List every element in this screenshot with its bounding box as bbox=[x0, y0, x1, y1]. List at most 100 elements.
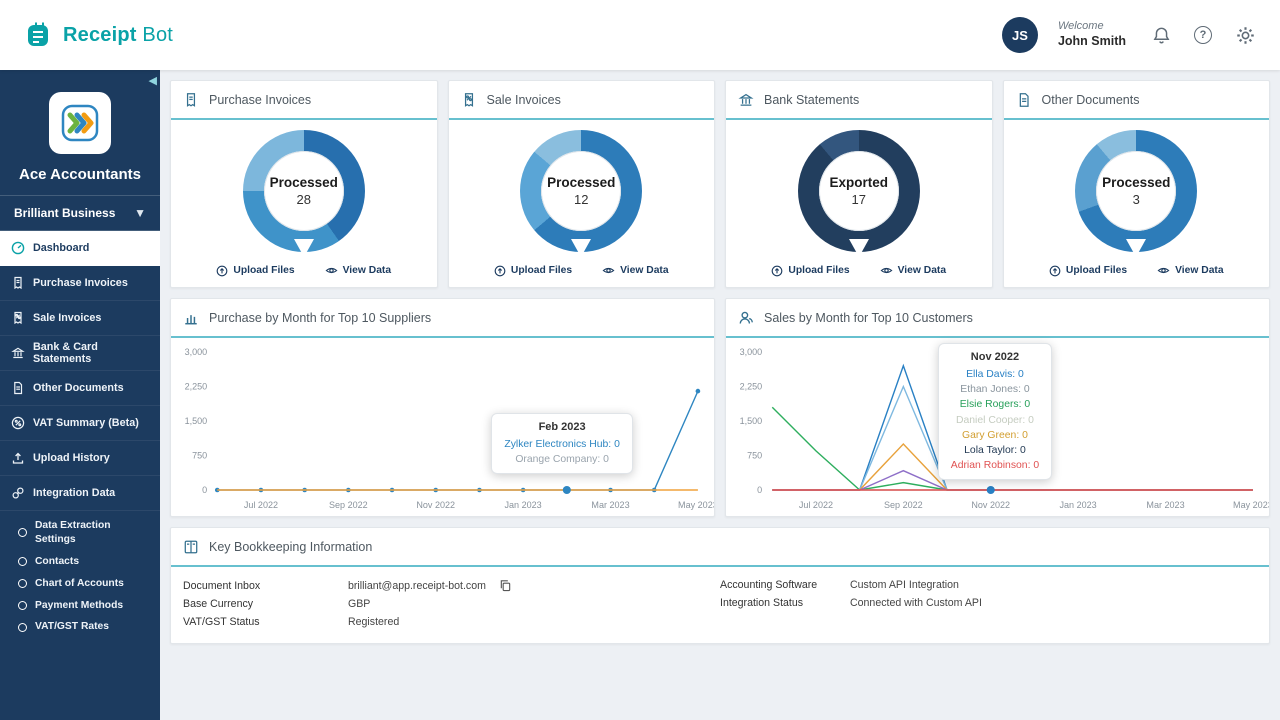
upload-files-link[interactable]: Upload Files bbox=[771, 264, 850, 277]
card-header: Sales by Month for Top 10 Customers bbox=[726, 299, 1269, 338]
sub-item-data-extraction-settings[interactable]: Data Extraction Settings bbox=[0, 515, 160, 551]
card-title: Bank Statements bbox=[764, 92, 860, 107]
brand-primary: Receipt bbox=[63, 23, 137, 46]
kb-value: Connected with Custom API bbox=[850, 597, 982, 609]
donut-notch bbox=[571, 239, 592, 257]
svg-text:Jul 2022: Jul 2022 bbox=[799, 500, 833, 510]
donut-chart: Processed 12 bbox=[449, 120, 715, 257]
upload-files-link[interactable]: Upload Files bbox=[216, 264, 295, 277]
upload-files-link[interactable]: Upload Files bbox=[1049, 264, 1127, 277]
card-footer-links: Upload Files View Data bbox=[171, 256, 437, 287]
card-bank-statements: Bank Statements Exported 17 Upload Files… bbox=[725, 80, 993, 288]
upload-files-label: Upload Files bbox=[1065, 265, 1128, 276]
topbar-right: JS Welcome John Smith ? bbox=[1001, 17, 1256, 53]
view-data-link[interactable]: View Data bbox=[880, 264, 946, 277]
sidebar-item-bank-statements[interactable]: Bank & Card Statements bbox=[0, 336, 160, 371]
radio-bullet-icon bbox=[18, 557, 27, 567]
ledger-book-icon bbox=[183, 538, 200, 555]
sidebar-item-label: Bank & Card Statements bbox=[33, 341, 98, 365]
sub-item-label: Chart of Accounts bbox=[35, 577, 124, 589]
topbar: Receipt Bot JS Welcome John Smith ? bbox=[0, 0, 1280, 70]
kb-row-integration-status: Integration Status Connected with Custom… bbox=[720, 594, 1257, 612]
bookkeeping-card: Key Bookkeeping Information Document Inb… bbox=[170, 527, 1270, 644]
business-selector[interactable]: Brilliant Business ▼ bbox=[0, 196, 160, 231]
kb-row-vat-gst-status: VAT/GST Status Registered bbox=[183, 613, 720, 631]
chart-tooltip: Nov 2022 Ella Davis: 0 Ethan Jones: 0 Elsie… bbox=[937, 343, 1053, 480]
notifications-bell-icon[interactable] bbox=[1150, 24, 1172, 46]
bookkeeping-body: Document Inbox brilliant@app.receipt-bot… bbox=[171, 567, 1269, 643]
sidebar-item-dashboard[interactable]: Dashboard bbox=[0, 231, 160, 266]
view-data-link[interactable]: View Data bbox=[1157, 264, 1224, 277]
integration-submenu: Data Extraction Settings Contacts Chart … bbox=[0, 511, 160, 644]
welcome-block: Welcome John Smith bbox=[1058, 20, 1126, 49]
svg-text:2,250: 2,250 bbox=[185, 382, 208, 392]
donut-center: Processed 28 bbox=[263, 151, 344, 231]
chevron-down-icon: ▼ bbox=[134, 206, 146, 220]
card-header: Purchase by Month for Top 10 Suppliers bbox=[171, 299, 714, 338]
purchase-invoice-icon bbox=[10, 276, 25, 291]
svg-text:1,500: 1,500 bbox=[740, 416, 763, 426]
kb-value: Registered bbox=[348, 616, 400, 628]
brand-name: Receipt Bot bbox=[63, 24, 173, 47]
donut-ring: Processed 3 bbox=[1075, 130, 1198, 257]
sidebar-item-integration-data[interactable]: Integration Data bbox=[0, 476, 160, 511]
radio-bullet-icon bbox=[18, 622, 27, 632]
kb-row-document-inbox: Document Inbox brilliant@app.receipt-bot… bbox=[183, 576, 720, 595]
sales-by-month-card: Sales by Month for Top 10 Customers 0 750… bbox=[725, 298, 1270, 517]
customers-icon bbox=[738, 309, 755, 326]
chart-title: Purchase by Month for Top 10 Suppliers bbox=[209, 310, 432, 325]
sub-item-payment-methods[interactable]: Payment Methods bbox=[0, 595, 160, 617]
donut-count: 28 bbox=[296, 192, 311, 207]
view-data-link[interactable]: View Data bbox=[325, 264, 391, 277]
radio-bullet-icon bbox=[18, 528, 27, 538]
bank-icon bbox=[10, 346, 25, 361]
chart-body: 0 750 1,500 2,250 3,000 Jul 2022 Sep 2022 Nov 2… bbox=[171, 338, 714, 516]
upload-files-label: Upload Files bbox=[788, 265, 850, 276]
donut-status-label: Processed bbox=[1102, 175, 1171, 190]
svg-text:3,000: 3,000 bbox=[740, 347, 763, 357]
dashboard-icon bbox=[10, 241, 25, 256]
sub-item-contacts[interactable]: Contacts bbox=[0, 551, 160, 573]
card-sale-invoices: Sale Invoices Processed 12 Upload Files bbox=[447, 80, 715, 288]
radio-bullet-icon bbox=[18, 579, 27, 589]
svg-text:Sep 2022: Sep 2022 bbox=[329, 500, 368, 510]
kb-value: GBP bbox=[348, 598, 371, 610]
bookkeeping-left-column: Document Inbox brilliant@app.receipt-bot… bbox=[183, 576, 720, 631]
card-header: Bank Statements bbox=[726, 81, 992, 120]
svg-text:3,000: 3,000 bbox=[185, 347, 208, 357]
sidebar-item-vat-summary[interactable]: VAT Summary (Beta) bbox=[0, 406, 160, 441]
donut-center: Processed 3 bbox=[1096, 151, 1177, 231]
business-selector-label: Brilliant Business bbox=[14, 206, 116, 220]
kb-label: Document Inbox bbox=[183, 579, 261, 592]
sidebar-item-sale-invoices[interactable]: Sale Invoices bbox=[0, 301, 160, 336]
view-data-label: View Data bbox=[620, 265, 669, 276]
upload-files-link[interactable]: Upload Files bbox=[494, 264, 572, 277]
bar-chart-icon bbox=[183, 309, 200, 326]
sub-item-chart-of-accounts[interactable]: Chart of Accounts bbox=[0, 573, 160, 595]
chart-body: 0 750 1,500 2,250 3,000 Jul 2022 Sep 2022 Nov 2… bbox=[726, 338, 1269, 516]
sidebar-item-purchase-invoices[interactable]: Purchase Invoices bbox=[0, 266, 160, 301]
sidebar-item-upload-history[interactable]: Upload History bbox=[0, 441, 160, 476]
donut-center: Exported 17 bbox=[818, 151, 899, 231]
donut-chart: Processed 28 bbox=[171, 120, 437, 257]
user-name: John Smith bbox=[1057, 34, 1126, 49]
sidebar-item-label: VAT Summary (Beta) bbox=[33, 417, 139, 429]
svg-text:1,500: 1,500 bbox=[185, 416, 208, 426]
sidebar-item-other-documents[interactable]: Other Documents bbox=[0, 371, 160, 406]
copy-icon[interactable] bbox=[499, 579, 512, 592]
sidebar-collapse-icon[interactable]: ◀ bbox=[149, 74, 157, 87]
percent-icon bbox=[10, 416, 25, 431]
view-data-link[interactable]: View Data bbox=[602, 264, 669, 277]
card-title: Other Documents bbox=[1041, 92, 1140, 107]
svg-text:Mar 2023: Mar 2023 bbox=[1146, 500, 1184, 510]
donut-count: 17 bbox=[851, 192, 866, 207]
sidebar-menu: Dashboard Purchase Invoices Sale Invoice… bbox=[0, 231, 160, 644]
donut-status-label: Exported bbox=[829, 175, 888, 190]
help-icon[interactable]: ? bbox=[1192, 24, 1214, 46]
bookkeeping-right-column: Accounting Software Custom API Integrati… bbox=[720, 576, 1257, 631]
document-icon bbox=[1016, 91, 1033, 108]
settings-gear-icon[interactable] bbox=[1234, 24, 1256, 46]
user-avatar[interactable]: JS bbox=[1001, 17, 1038, 53]
document-inbox-email: brilliant@app.receipt-bot.com bbox=[348, 579, 486, 592]
sub-item-vat-gst-rates[interactable]: VAT/GST Rates bbox=[0, 616, 160, 638]
